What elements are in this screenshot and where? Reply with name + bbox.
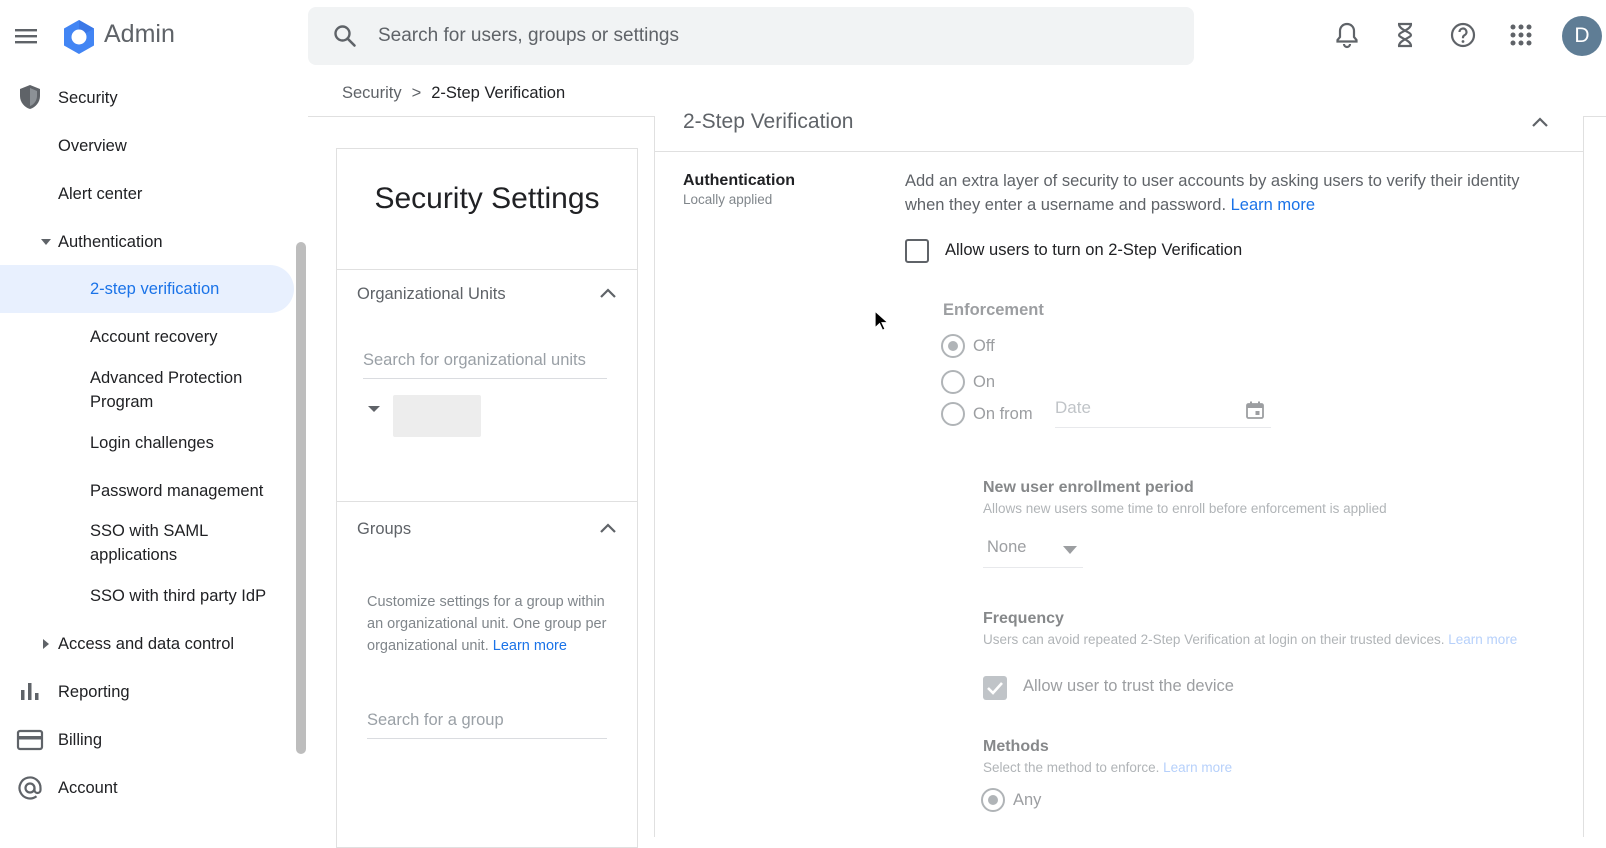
methods-description-text: Select the method to enforce. <box>983 760 1160 775</box>
sidebar-item-overview[interactable]: Overview <box>58 134 127 158</box>
methods-learn-more-link[interactable]: Learn more <box>1163 760 1232 775</box>
enforcement-on-from-radio[interactable] <box>941 402 965 426</box>
breadcrumb-security-link[interactable]: Security <box>342 84 402 102</box>
divider <box>337 501 637 502</box>
sidebar-nav: Security Overview Alert center Authentic… <box>0 72 308 837</box>
chevron-up-icon[interactable] <box>599 287 617 299</box>
allow-2sv-label[interactable]: Allow users to turn on 2-Step Verificati… <box>945 241 1242 260</box>
divider <box>337 269 637 270</box>
global-search-box[interactable]: Search for users, groups or settings <box>308 7 1194 65</box>
sidebar-item-reporting[interactable]: Reporting <box>58 680 130 704</box>
radio-selected-dot <box>948 341 958 351</box>
credit-card-icon <box>16 729 44 751</box>
two-step-verification-card: 2-Step Verification Authentication Local… <box>654 110 1584 837</box>
method-any-label[interactable]: Any <box>1013 791 1041 810</box>
notifications-bell-icon[interactable] <box>1332 20 1362 50</box>
trust-device-checkbox[interactable] <box>983 676 1007 700</box>
sidebar-item-billing[interactable]: Billing <box>58 728 102 752</box>
chevron-up-icon[interactable] <box>1531 116 1549 128</box>
enforcement-on-label[interactable]: On <box>973 373 995 392</box>
groups-description-text: Customize settings for a group within an… <box>367 594 607 654</box>
breadcrumb-current: 2-Step Verification <box>431 84 566 102</box>
org-units-heading[interactable]: Organizational Units <box>357 285 506 304</box>
sidebar-item-advanced-protection[interactable]: Advanced Protection Program <box>90 366 280 414</box>
section-header[interactable]: 2-Step Verification <box>655 110 1583 152</box>
enrollment-period-title: New user enrollment period <box>983 479 1194 496</box>
avatar[interactable]: D <box>1562 16 1602 56</box>
sidebar-item-authentication[interactable]: Authentication <box>58 230 163 254</box>
sidebar-scrollbar[interactable] <box>296 242 306 754</box>
enforcement-off-label[interactable]: Off <box>973 337 995 356</box>
shield-icon <box>18 84 42 110</box>
search-icon <box>332 23 358 49</box>
caret-down-icon[interactable] <box>40 237 52 247</box>
radio-selected-dot <box>988 795 998 805</box>
method-any-radio[interactable] <box>981 788 1005 812</box>
enforcement-on-radio[interactable] <box>941 370 965 394</box>
help-icon[interactable] <box>1448 20 1478 50</box>
enforcement-title: Enforcement <box>943 301 1044 319</box>
caret-down-icon[interactable] <box>367 404 381 414</box>
methods-description: Select the method to enforce. Learn more <box>983 759 1232 776</box>
frequency-learn-more-link[interactable]: Learn more <box>1448 632 1517 647</box>
security-settings-panel: Security Settings Organizational Units S… <box>336 148 638 848</box>
panel-title: Security Settings <box>374 182 600 215</box>
enrollment-period-description: Allows new users some time to enroll bef… <box>983 501 1387 516</box>
apps-grid-icon[interactable] <box>1506 20 1536 50</box>
enforcement-on-from-label[interactable]: On from <box>973 405 1033 424</box>
at-sign-icon <box>16 774 44 802</box>
sidebar-item-access-data-control[interactable]: Access and data control <box>58 632 234 656</box>
calendar-icon[interactable] <box>1245 400 1265 420</box>
sidebar-item-login-challenges[interactable]: Login challenges <box>90 431 214 455</box>
enforcement-off-radio[interactable] <box>941 334 965 358</box>
allow-2sv-checkbox[interactable] <box>905 239 929 263</box>
sidebar-item-account-recovery[interactable]: Account recovery <box>90 325 217 349</box>
app-title[interactable]: Admin <box>104 20 175 49</box>
mouse-cursor-icon <box>874 310 890 332</box>
tasks-hourglass-icon[interactable] <box>1390 20 1420 50</box>
sidebar-item-sso-saml[interactable]: SSO with SAML applications <box>90 519 270 567</box>
breadcrumb: Security >2-Step Verification <box>342 84 565 103</box>
sidebar-item-security[interactable]: Security <box>58 86 118 110</box>
authentication-description: Add an extra layer of security to user a… <box>905 169 1525 217</box>
chevron-up-icon[interactable] <box>599 522 617 534</box>
locally-applied-label: Locally applied <box>683 192 773 207</box>
authentication-label: Authentication <box>683 172 795 189</box>
groups-heading[interactable]: Groups <box>357 520 411 539</box>
frequency-description: Users can avoid repeated 2-Step Verifica… <box>983 631 1531 648</box>
org-units-search-input[interactable]: Search for organizational units <box>363 345 607 379</box>
sidebar-item-sso-third-party[interactable]: SSO with third party IdP <box>90 584 266 608</box>
authentication-description-text: Add an extra layer of security to user a… <box>905 172 1520 214</box>
sidebar-item-account[interactable]: Account <box>58 776 118 800</box>
groups-description: Customize settings for a group within an… <box>367 591 617 657</box>
admin-logo-icon[interactable] <box>60 18 98 56</box>
search-input[interactable]: Search for users, groups or settings <box>378 25 679 47</box>
enrollment-period-value: None <box>987 538 1027 556</box>
caret-right-icon[interactable] <box>41 638 51 650</box>
frequency-title: Frequency <box>983 610 1064 627</box>
sidebar-item-password-management[interactable]: Password management <box>90 479 263 503</box>
section-title: 2-Step Verification <box>683 110 854 133</box>
frequency-description-text: Users can avoid repeated 2-Step Verifica… <box>983 632 1445 647</box>
learn-more-link[interactable]: Learn more <box>1231 196 1315 214</box>
menu-icon[interactable] <box>12 22 40 50</box>
org-unit-root-item[interactable] <box>393 395 481 437</box>
enrollment-period-select[interactable]: None <box>983 532 1083 568</box>
sidebar-item-2-step-verification[interactable]: 2-step verification <box>90 277 219 301</box>
date-placeholder: Date <box>1055 398 1091 417</box>
group-search-input[interactable]: Search for a group <box>367 705 607 739</box>
breadcrumb-separator: > <box>411 84 422 102</box>
trust-device-label[interactable]: Allow user to trust the device <box>1023 677 1234 696</box>
dropdown-arrow-icon <box>1063 546 1077 555</box>
sidebar-item-alert-center[interactable]: Alert center <box>58 182 142 206</box>
groups-learn-more-link[interactable]: Learn more <box>493 638 567 654</box>
bar-chart-icon <box>18 680 42 702</box>
methods-title: Methods <box>983 738 1049 755</box>
top-app-bar: Admin Search for users, groups or settin… <box>0 0 1606 72</box>
enforcement-date-input[interactable]: Date <box>1055 392 1271 428</box>
